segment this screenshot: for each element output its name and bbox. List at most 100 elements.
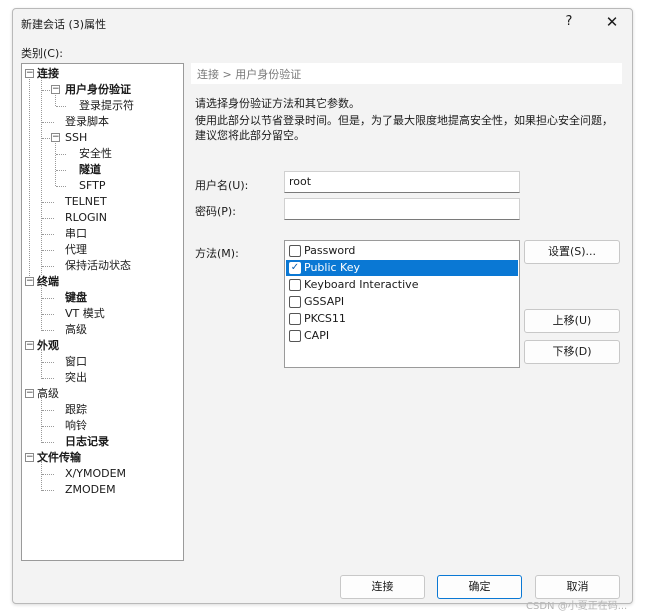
collapse-icon[interactable]: − — [51, 133, 60, 142]
category-tree[interactable]: − − − − − − − 连接 用户身份验证 登录提示符 登录脚本 SSH 安… — [21, 63, 184, 561]
tree-item-sftp[interactable]: SFTP — [79, 178, 105, 194]
tree-item-user-auth[interactable]: 用户身份验证 — [65, 82, 131, 98]
tree-item-security[interactable]: 安全性 — [79, 146, 112, 162]
tree-item-trace[interactable]: 跟踪 — [65, 402, 87, 418]
collapse-icon[interactable]: − — [25, 453, 34, 462]
method-item-keyboard-interactive[interactable]: Keyboard Interactive — [286, 277, 518, 293]
tree-h-20 — [42, 442, 54, 443]
tree-h-10 — [42, 234, 54, 235]
tree-line-connect — [41, 77, 42, 275]
collapse-icon[interactable]: − — [25, 277, 34, 286]
ok-button[interactable]: 确定 — [437, 575, 522, 599]
tree-item-terminal[interactable]: 终端 — [37, 274, 59, 290]
title-bar: 新建会话 (3)属性 ? ✕ — [13, 9, 632, 37]
method-label-capi: CAPI — [304, 329, 330, 342]
watermark: CSDN @小夏正在码... — [526, 601, 628, 612]
checkbox-icon[interactable] — [289, 245, 301, 257]
tree-h-1 — [42, 90, 50, 91]
method-item-pkcs11[interactable]: PKCS11 — [286, 311, 518, 327]
collapse-icon[interactable]: − — [25, 341, 34, 350]
method-label-public-key: Public Key — [304, 261, 360, 274]
password-field[interactable] — [284, 198, 520, 220]
checkbox-icon[interactable] — [289, 279, 301, 291]
tree-item-telnet[interactable]: TELNET — [65, 194, 107, 210]
tree-line-ssh — [55, 141, 56, 186]
tree-h-14 — [42, 314, 54, 315]
tree-item-zmodem[interactable]: ZMODEM — [65, 482, 116, 498]
tree-item-advanced[interactable]: 高级 — [37, 386, 59, 402]
tree-item-window[interactable]: 窗口 — [65, 354, 87, 370]
connect-button[interactable]: 连接 — [340, 575, 425, 599]
tree-item-highlight[interactable]: 突出 — [65, 370, 87, 386]
tree-item-logging[interactable]: 日志记录 — [65, 434, 109, 450]
breadcrumb: 连接 > 用户身份验证 — [191, 63, 622, 84]
tree-item-connection[interactable]: 连接 — [37, 66, 59, 82]
collapse-icon[interactable]: − — [25, 389, 34, 398]
tree-h-17 — [42, 378, 54, 379]
method-item-public-key[interactable]: ✓ Public Key — [286, 260, 518, 276]
category-label: 类别(C): — [21, 47, 63, 60]
method-label: 方法(M): — [195, 247, 239, 260]
tree-item-ssh[interactable]: SSH — [65, 130, 87, 146]
tree-h-2 — [56, 106, 66, 107]
tree-item-terminal-advanced[interactable]: 高级 — [65, 322, 87, 338]
session-properties-dialog: 新建会话 (3)属性 ? ✕ 类别(C): − − − − − − − 连接 用… — [12, 8, 633, 604]
password-label: 密码(P): — [195, 205, 236, 218]
tree-item-file-transfer[interactable]: 文件传输 — [37, 450, 81, 466]
tree-h-12 — [42, 266, 54, 267]
tree-line-root-connect — [29, 77, 30, 286]
tree-line-auth — [55, 93, 56, 106]
tree-item-keepalive[interactable]: 保持活动状态 — [65, 258, 131, 274]
tree-item-serial[interactable]: 串口 — [65, 226, 87, 242]
cancel-button[interactable]: 取消 — [535, 575, 620, 599]
collapse-icon[interactable]: − — [51, 85, 60, 94]
tree-h-11 — [42, 250, 54, 251]
settings-button[interactable]: 设置(S)... — [524, 240, 620, 264]
collapse-icon[interactable]: − — [25, 69, 34, 78]
close-button[interactable]: ✕ — [603, 13, 621, 31]
auth-method-list[interactable]: Password ✓ Public Key Keyboard Interacti… — [284, 240, 520, 368]
move-up-button[interactable]: 上移(U) — [524, 309, 620, 333]
tree-h-18 — [42, 410, 54, 411]
tree-item-tunnel[interactable]: 隧道 — [79, 162, 101, 178]
tree-h-6 — [56, 170, 66, 171]
method-label-pkcs11: PKCS11 — [304, 312, 346, 325]
tree-h-15 — [42, 330, 54, 331]
description-secondary: 使用此部分以节省登录时间。但是，为了最大限度地提高安全性，如果担心安全问题，建议… — [195, 114, 613, 142]
tree-item-rlogin[interactable]: RLOGIN — [65, 210, 107, 226]
checkbox-icon[interactable] — [289, 296, 301, 308]
tree-h-19 — [42, 426, 54, 427]
method-item-password[interactable]: Password — [286, 243, 518, 259]
description-primary: 请选择身份验证方法和其它参数。 — [195, 97, 360, 110]
tree-item-xymodem[interactable]: X/YMODEM — [65, 466, 126, 482]
method-item-gssapi[interactable]: GSSAPI — [286, 294, 518, 310]
tree-h-13 — [42, 298, 54, 299]
tree-item-login-prompts[interactable]: 登录提示符 — [79, 98, 134, 114]
tree-line-terminal — [41, 285, 42, 331]
tree-item-vt-mode[interactable]: VT 模式 — [65, 306, 105, 322]
checkbox-checked-icon[interactable]: ✓ — [289, 262, 301, 274]
tree-item-keyboard[interactable]: 键盘 — [65, 290, 87, 306]
username-field[interactable]: root — [284, 171, 520, 193]
tree-item-bell[interactable]: 响铃 — [65, 418, 87, 434]
method-item-capi[interactable]: CAPI — [286, 328, 518, 344]
tree-item-login-script[interactable]: 登录脚本 — [65, 114, 109, 130]
tree-h-4 — [42, 138, 50, 139]
checkbox-icon[interactable] — [289, 330, 301, 342]
checkbox-icon[interactable] — [289, 313, 301, 325]
help-button[interactable]: ? — [561, 14, 577, 29]
tree-h-7 — [56, 186, 66, 187]
tree-h-3 — [42, 122, 54, 123]
tree-line-advanced — [41, 397, 42, 443]
method-label-gssapi: GSSAPI — [304, 295, 345, 308]
tree-h-9 — [42, 218, 54, 219]
tree-h-21 — [42, 474, 54, 475]
method-label-keyboard-interactive: Keyboard Interactive — [304, 278, 419, 291]
tree-h-22 — [42, 490, 54, 491]
window-title: 新建会话 (3)属性 — [21, 18, 107, 31]
method-label-password: Password — [304, 244, 356, 257]
tree-item-appearance[interactable]: 外观 — [37, 338, 59, 354]
tree-item-proxy[interactable]: 代理 — [65, 242, 87, 258]
move-down-button[interactable]: 下移(D) — [524, 340, 620, 364]
tree-h-16 — [42, 362, 54, 363]
